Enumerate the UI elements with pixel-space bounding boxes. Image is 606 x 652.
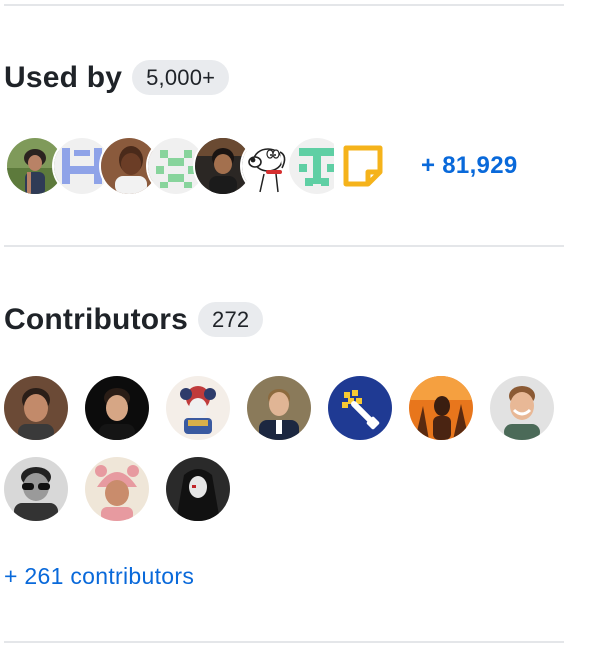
contributor-avatar-2[interactable]	[85, 376, 149, 440]
contributors-count-badge: 272	[198, 302, 264, 337]
contributors-more-link[interactable]: + 261 contributors	[4, 563, 194, 590]
contributor-avatar-7[interactable]	[490, 376, 554, 440]
contributors-heading[interactable]: Contributors 272	[4, 302, 264, 337]
user-avatar-8[interactable]	[336, 138, 392, 194]
contributor-avatar-6[interactable]	[409, 376, 473, 440]
contributor-avatar-9[interactable]	[85, 457, 149, 521]
contributor-avatar-3[interactable]	[166, 376, 230, 440]
divider-bottom	[4, 641, 564, 643]
used-by-more-link[interactable]: + 81,929	[421, 152, 518, 180]
contributors-title: Contributors	[4, 302, 189, 336]
contributor-avatar-5[interactable]	[328, 376, 392, 440]
used-by-count-badge: 5,000+	[132, 60, 230, 95]
contributor-avatar-4[interactable]	[247, 376, 311, 440]
used-by-avatar-list[interactable]	[7, 138, 392, 194]
contributor-avatar-8[interactable]	[4, 457, 68, 521]
divider-middle	[4, 245, 564, 247]
contributor-avatar-10[interactable]	[166, 457, 230, 521]
used-by-heading[interactable]: Used by 5,000+	[4, 60, 230, 95]
contributor-avatar-1[interactable]	[4, 376, 68, 440]
divider-top	[4, 4, 564, 6]
used-by-title: Used by	[4, 60, 123, 94]
contributors-avatar-list[interactable]	[4, 376, 564, 521]
